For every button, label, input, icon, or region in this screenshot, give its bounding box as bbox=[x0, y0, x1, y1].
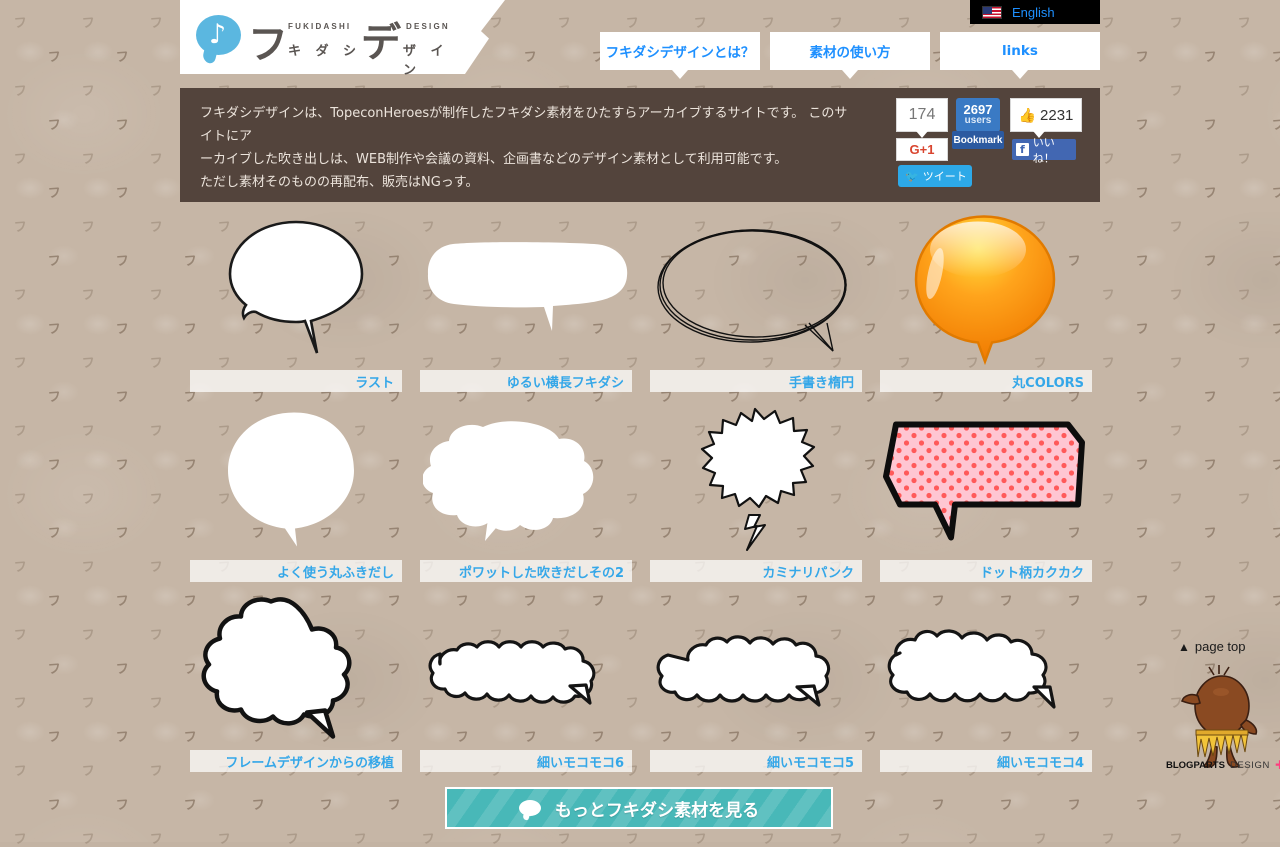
page-top-link[interactable]: ▲ page top bbox=[1178, 639, 1246, 654]
gallery-item[interactable]: よく使う丸ふきだし bbox=[190, 398, 402, 588]
page-top-label: page top bbox=[1194, 639, 1246, 654]
google-plus-count: 174 bbox=[896, 98, 948, 138]
gallery-item-label[interactable]: 細いモコモコ6 bbox=[420, 750, 632, 772]
gallery-row: よく使う丸ふきだし ポワットした吹きだしその2 カミナリパンク ドット柄カクカク bbox=[180, 398, 1100, 588]
brand-bold-text: BLOGPARTS bbox=[1166, 759, 1225, 771]
thumbs-up-icon: 👍 bbox=[1018, 106, 1037, 123]
gallery-item[interactable]: カミナリパンク bbox=[650, 398, 862, 588]
bubble-thumbnail-thin-fluffy-5[interactable] bbox=[650, 588, 862, 750]
logo-bubble-icon: ♪ bbox=[196, 15, 241, 60]
language-switch-label: English bbox=[1012, 4, 1055, 20]
bubble-thumbnail-loose-wide[interactable] bbox=[420, 208, 632, 370]
gallery-item[interactable]: フレームデザインからの移植 bbox=[190, 588, 402, 778]
facebook-f-icon: f bbox=[1016, 143, 1029, 156]
gallery-row: フレームデザインからの移植 細いモコモコ6 細いモコモコ5 細いモコモコ4 bbox=[180, 588, 1100, 778]
load-more-button[interactable]: もっとフキダシ素材を見る bbox=[445, 787, 833, 829]
hatena-bookmark-button[interactable]: Bookmark bbox=[952, 131, 1004, 149]
gallery-item-label[interactable]: ドット柄カクカク bbox=[880, 560, 1092, 582]
gallery-item-label[interactable]: カミナリパンク bbox=[650, 560, 862, 582]
nav-tab-links-label: links bbox=[1002, 43, 1038, 59]
description-line-3: ただし素材そのものの再配布、販売はNGっす。 bbox=[200, 175, 479, 190]
bubble-thumbnail-lightning-punk[interactable] bbox=[650, 398, 862, 560]
google-plus-count-value: 174 bbox=[908, 106, 936, 123]
gallery-item[interactable]: ラスト bbox=[190, 208, 402, 398]
logo-char-de: デ bbox=[361, 20, 401, 66]
logo-wordmark: フ FUKIDASHI キ ダ シ デ DESIGN ザ イ ン bbox=[248, 8, 468, 78]
gallery-item[interactable]: 細いモコモコ4 bbox=[880, 588, 1092, 778]
hatena-count-value: 2697 bbox=[963, 102, 993, 117]
gallery-item[interactable]: ゆるい横長フキダシ bbox=[420, 208, 632, 398]
gallery-item-label[interactable]: フレームデザインからの移植 bbox=[190, 750, 402, 772]
description-line-2: ーカイブした吹き出しは、WEB制作や会議の資料、企画書などのデザイン素材として利… bbox=[200, 152, 788, 167]
speech-bubble-icon bbox=[518, 800, 541, 816]
facebook-count-value: 2231 bbox=[1040, 106, 1074, 124]
gallery-item-label[interactable]: 丸COLORS bbox=[880, 370, 1092, 392]
gallery-item-label[interactable]: ポワットした吹きだしその2 bbox=[420, 560, 632, 582]
facebook-button-label: いいね！ bbox=[1032, 135, 1055, 165]
twitter-tweet-button[interactable]: 🐦 ツイート bbox=[898, 165, 972, 187]
gallery-item-label[interactable]: ゆるい横長フキダシ bbox=[420, 370, 632, 392]
nav-tab-about-label: フキダシデザインとは？ bbox=[605, 45, 755, 61]
facebook-like-count: 👍 2231 bbox=[1010, 98, 1082, 138]
gallery-item[interactable]: 丸COLORS bbox=[880, 208, 1092, 398]
bubble-gallery: ラスト ゆるい横長フキダシ 手書き楕円 丸COLORS よく使う丸ふきだし ポワ… bbox=[180, 208, 1100, 778]
gallery-row: ラスト ゆるい横長フキダシ 手書き楕円 丸COLORS bbox=[180, 208, 1100, 398]
arrow-up-icon: ▲ bbox=[1178, 639, 1190, 654]
gallery-item-label[interactable]: よく使う丸ふきだし bbox=[190, 560, 402, 582]
bubble-thumbnail-dotted-angular[interactable] bbox=[880, 398, 1092, 560]
bubble-thumbnail-plain-round[interactable] bbox=[190, 398, 402, 560]
google-plus-button[interactable]: G+1 bbox=[896, 138, 948, 161]
logo-kana-kidashi: キ ダ シ bbox=[288, 44, 362, 59]
gallery-item[interactable]: 細いモコモコ6 bbox=[420, 588, 632, 778]
site-description-text: フキダシデザインは、TopeconHeroesが制作したフキダシ素材をひたすらア… bbox=[200, 102, 860, 194]
gallery-item-label[interactable]: 手書き楕円 bbox=[650, 370, 862, 392]
bubble-thumbnail-frame-design[interactable] bbox=[190, 588, 402, 750]
bubble-thumbnail-handdrawn-ellipse[interactable] bbox=[650, 208, 862, 370]
nav-tab-usage[interactable]: 素材の使い方 bbox=[770, 32, 930, 79]
bubble-thumbnail-puffy-2[interactable] bbox=[420, 398, 632, 560]
bubble-thumbnail-last[interactable] bbox=[190, 208, 402, 370]
logo-char-fu: フ bbox=[248, 22, 288, 68]
twitter-button-label: ツイート bbox=[922, 170, 967, 183]
nav-tab-usage-label: 素材の使い方 bbox=[809, 45, 891, 61]
blogparts-brand: BLOGPARTS DESIGN ✚ bbox=[1166, 758, 1280, 772]
gallery-item-label[interactable]: 細いモコモコ4 bbox=[880, 750, 1092, 772]
nav-tab-links[interactable]: links bbox=[940, 32, 1100, 79]
gallery-item[interactable]: ドット柄カクカク bbox=[880, 398, 1092, 588]
hatena-bookmark-count: 2697 users bbox=[956, 98, 1000, 138]
nav-tab-about[interactable]: フキダシデザインとは？ bbox=[600, 32, 760, 79]
bubble-thumbnail-round-colors[interactable] bbox=[880, 208, 1092, 370]
logo-kana-zain: ザ イ ン bbox=[403, 44, 449, 78]
brand-light-text: DESIGN bbox=[1229, 759, 1270, 771]
logo-latin-design: DESIGN bbox=[406, 22, 450, 31]
google-plus-button-label: G+1 bbox=[909, 142, 935, 157]
gallery-item[interactable]: 細いモコモコ5 bbox=[650, 588, 862, 778]
brand-plus-icon: ✚ bbox=[1275, 758, 1280, 772]
description-line-1: フキダシデザインは、TopeconHeroesが制作したフキダシ素材をひたすらア… bbox=[200, 106, 848, 144]
load-more-label: もっとフキダシ素材を見る bbox=[554, 800, 760, 821]
hatena-count-unit: users bbox=[964, 115, 992, 126]
twitter-bird-icon: 🐦 bbox=[905, 169, 919, 183]
gallery-item-label[interactable]: ラスト bbox=[190, 370, 402, 392]
bubble-thumbnail-thin-fluffy-6[interactable] bbox=[420, 588, 632, 750]
gallery-item[interactable]: ポワットした吹きだしその2 bbox=[420, 398, 632, 588]
bubble-thumbnail-thin-fluffy-4[interactable] bbox=[880, 588, 1092, 750]
language-switch-button[interactable]: English bbox=[970, 0, 1100, 24]
us-flag-icon bbox=[982, 5, 1002, 19]
hatena-button-label: Bookmark bbox=[953, 134, 1003, 146]
facebook-like-button[interactable]: f いいね！ bbox=[1012, 136, 1076, 165]
gallery-item-label[interactable]: 細いモコモコ5 bbox=[650, 750, 862, 772]
logo-latin-fukidashi: FUKIDASHI bbox=[288, 22, 352, 31]
mascot-character bbox=[1172, 662, 1268, 772]
gallery-item[interactable]: 手書き楕円 bbox=[650, 208, 862, 398]
